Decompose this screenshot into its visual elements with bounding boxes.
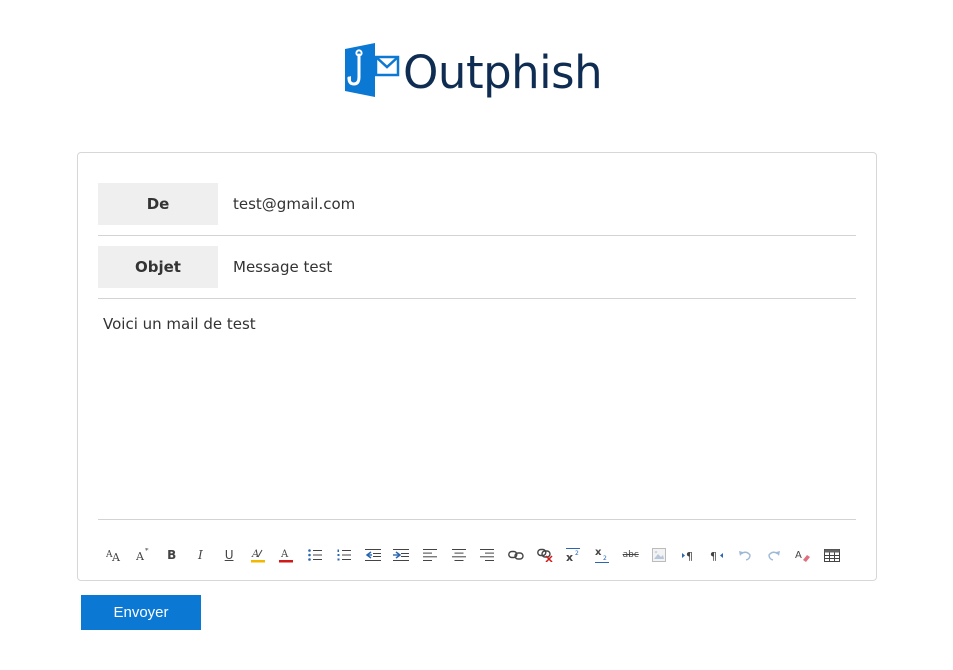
superscript-a-icon[interactable]: A * [129, 540, 158, 570]
svg-text:2: 2 [575, 550, 579, 557]
from-field[interactable]: test@gmail.com [233, 183, 355, 225]
italic-icon[interactable]: I [186, 540, 215, 570]
bold-icon[interactable]: B [157, 540, 186, 570]
outphish-logo-mark-icon [345, 43, 400, 97]
insert-table-icon[interactable] [817, 540, 846, 570]
bullet-list-icon[interactable] [301, 540, 330, 570]
svg-text:2: 2 [603, 555, 607, 562]
message-body-editor[interactable]: Voici un mail de test [98, 299, 856, 520]
font-color-icon[interactable]: A [272, 540, 301, 570]
svg-text:A: A [136, 550, 145, 562]
font-size-icon[interactable]: AA [100, 540, 129, 570]
svg-text:x: x [566, 551, 573, 563]
message-body-text: Voici un mail de test [103, 315, 256, 333]
undo-icon[interactable] [731, 540, 760, 570]
underline-label: U [224, 548, 234, 562]
numbered-list-icon[interactable] [330, 540, 359, 570]
insert-image-icon[interactable] [645, 540, 674, 570]
svg-text:A: A [795, 550, 802, 561]
outphish-logo: Outphish [345, 42, 603, 99]
editor-toolbar: AA A * B I U A A x 2 x 2 abc ¶ ¶ A [100, 540, 846, 570]
subject-field[interactable]: Message test [233, 246, 332, 288]
highlight-color-icon[interactable]: A [243, 540, 272, 570]
svg-text:A: A [251, 549, 259, 560]
subject-row: Objet Message test [98, 246, 856, 299]
bold-label: B [167, 548, 177, 562]
insert-link-icon[interactable] [502, 540, 531, 570]
subscript-icon[interactable]: x2 [588, 540, 617, 570]
from-label: De [98, 183, 218, 225]
clear-format-icon[interactable]: A [789, 540, 818, 570]
indent-icon[interactable] [387, 540, 416, 570]
outdent-icon[interactable] [358, 540, 387, 570]
redo-icon[interactable] [760, 540, 789, 570]
compose-card: De test@gmail.com Objet Message test Voi… [77, 152, 877, 581]
svg-text:A: A [111, 551, 121, 562]
strikethrough-label: abc [622, 550, 639, 560]
italic-label: I [198, 548, 203, 562]
ltr-icon[interactable]: ¶ [674, 540, 703, 570]
from-row: De test@gmail.com [98, 183, 856, 236]
strikethrough-icon[interactable]: abc [616, 540, 645, 570]
svg-text:*: * [145, 548, 149, 555]
subject-label: Objet [98, 246, 218, 288]
align-right-icon[interactable] [473, 540, 502, 570]
rtl-icon[interactable]: ¶ [702, 540, 731, 570]
svg-text:¶: ¶ [686, 550, 693, 562]
underline-icon[interactable]: U [215, 540, 244, 570]
superscript-icon[interactable]: x2 [559, 540, 588, 570]
send-button[interactable]: Envoyer [81, 595, 201, 630]
align-center-icon[interactable] [444, 540, 473, 570]
svg-text:x: x [595, 547, 602, 558]
svg-text:A: A [280, 549, 289, 560]
svg-text:¶: ¶ [710, 550, 717, 562]
align-left-icon[interactable] [416, 540, 445, 570]
remove-link-icon[interactable] [530, 540, 559, 570]
brand-name: Outphish [403, 45, 603, 99]
